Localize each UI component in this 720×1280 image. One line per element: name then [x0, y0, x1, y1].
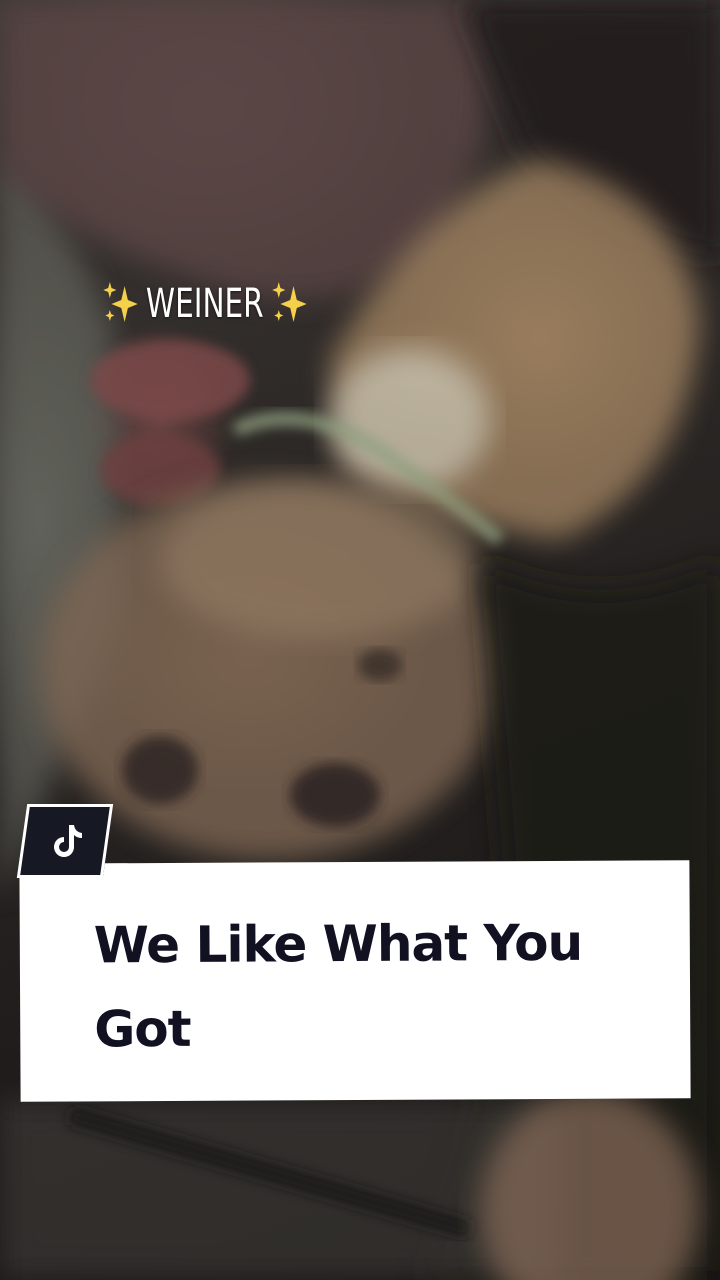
- weiner-sticker: WEINER: [100, 278, 311, 330]
- sticker-label: WEINER: [145, 281, 264, 327]
- song-title-line-1: We Like What You: [93, 913, 583, 975]
- song-caption-card: We Like What You Got: [19, 860, 691, 1102]
- tiktok-badge: [16, 804, 114, 878]
- song-title: We Like What You Got: [94, 900, 655, 1071]
- sparkles-icon: [100, 278, 143, 330]
- video-frame: WEINER We Like What You Got: [0, 0, 720, 1280]
- tiktok-logo-icon: [54, 825, 82, 857]
- song-title-line-2: Got: [94, 999, 191, 1059]
- sparkles-icon: [269, 278, 312, 330]
